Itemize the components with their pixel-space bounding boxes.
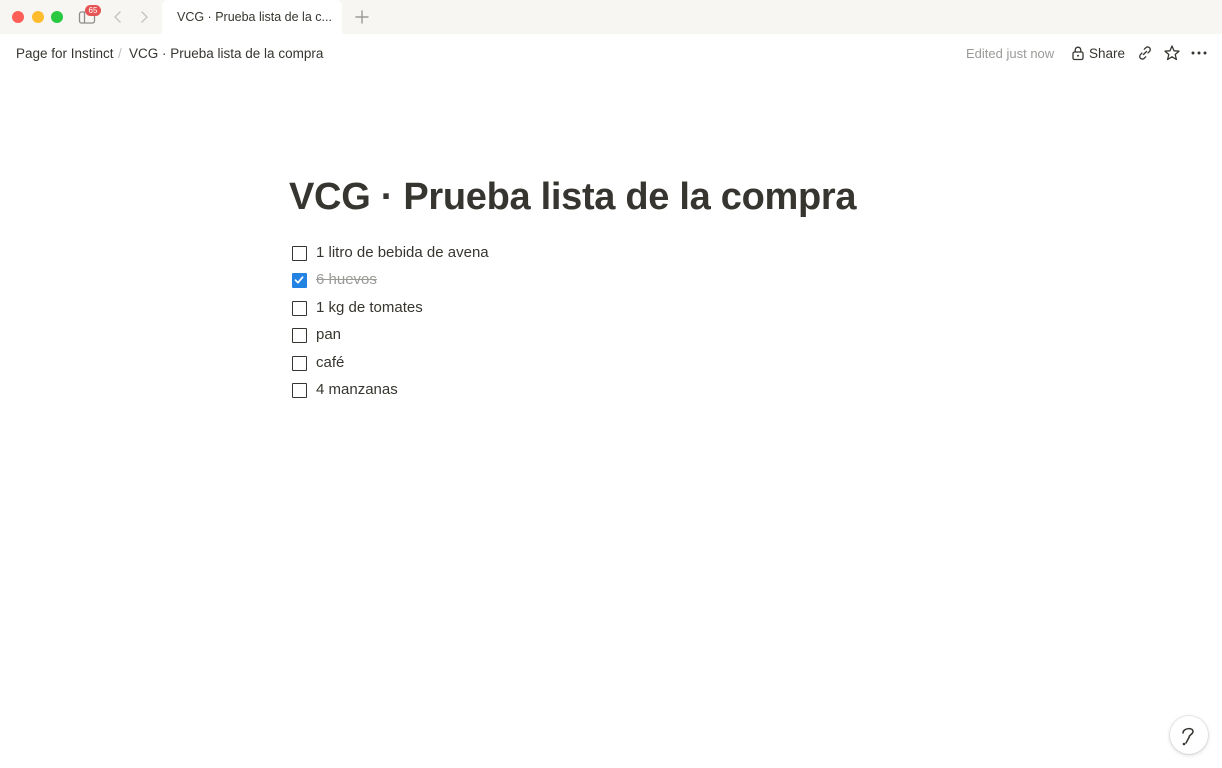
breadcrumb-item-current[interactable]: VCG · Prueba lista de la compra <box>129 46 323 61</box>
todo-item: pan <box>292 323 892 350</box>
todo-text[interactable]: 6 huevos <box>316 271 377 288</box>
help-icon <box>1182 727 1194 746</box>
todo-item: 4 manzanas <box>292 378 892 405</box>
close-window-button[interactable] <box>12 11 24 23</box>
todo-checkbox[interactable] <box>292 328 307 344</box>
todo-text[interactable]: 1 kg de tomates <box>316 299 423 316</box>
todo-checkbox[interactable] <box>292 382 307 398</box>
check-icon <box>294 276 304 284</box>
more-icon[interactable] <box>1190 44 1208 62</box>
todo-item: 1 litro de bebida de avena <box>292 241 892 268</box>
share-label: Share <box>1089 46 1126 61</box>
todo-checkbox[interactable] <box>292 273 307 289</box>
todo-text[interactable]: 4 manzanas <box>316 381 398 398</box>
link-icon[interactable] <box>1136 44 1154 62</box>
todo-item: 1 kg de tomates <box>292 296 892 323</box>
todo-checkbox[interactable] <box>292 300 307 316</box>
lock-icon <box>1071 45 1085 61</box>
todo-text[interactable]: café <box>316 354 344 371</box>
star-icon[interactable] <box>1163 44 1181 62</box>
plus-icon[interactable] <box>354 9 370 25</box>
todo-list: 1 litro de bebida de avena 6 huevos 1 kg d… <box>292 241 892 405</box>
notification-badge: 65 <box>85 5 101 16</box>
todo-text[interactable]: 1 litro de bebida de avena <box>316 244 489 261</box>
page-title[interactable]: VCG · Prueba lista de la compra <box>289 176 857 219</box>
page-header: Page for Instinct / VCG · Prueba lista d… <box>0 34 1222 74</box>
breadcrumb-separator: / <box>118 46 122 61</box>
zoom-window-button[interactable] <box>51 11 63 23</box>
todo-checkbox[interactable] <box>292 355 307 371</box>
todo-item: 6 huevos <box>292 268 892 295</box>
tab-label: VCG · Prueba lista de la c... <box>177 10 332 24</box>
help-button[interactable] <box>1170 716 1208 754</box>
breadcrumb-item-parent[interactable]: Page for Instinct <box>16 46 114 61</box>
chevron-right-icon[interactable] <box>136 9 152 25</box>
todo-text[interactable]: pan <box>316 326 341 343</box>
minimize-window-button[interactable] <box>32 11 44 23</box>
chevron-left-icon[interactable] <box>110 9 126 25</box>
todo-item: café <box>292 351 892 378</box>
tab-active[interactable]: VCG · Prueba lista de la c... <box>162 0 342 34</box>
edited-status: Edited just now <box>966 46 1055 61</box>
todo-checkbox[interactable] <box>292 246 307 261</box>
tab-bar: 65 VCG · Prueba lista de la c... <box>0 0 1222 34</box>
